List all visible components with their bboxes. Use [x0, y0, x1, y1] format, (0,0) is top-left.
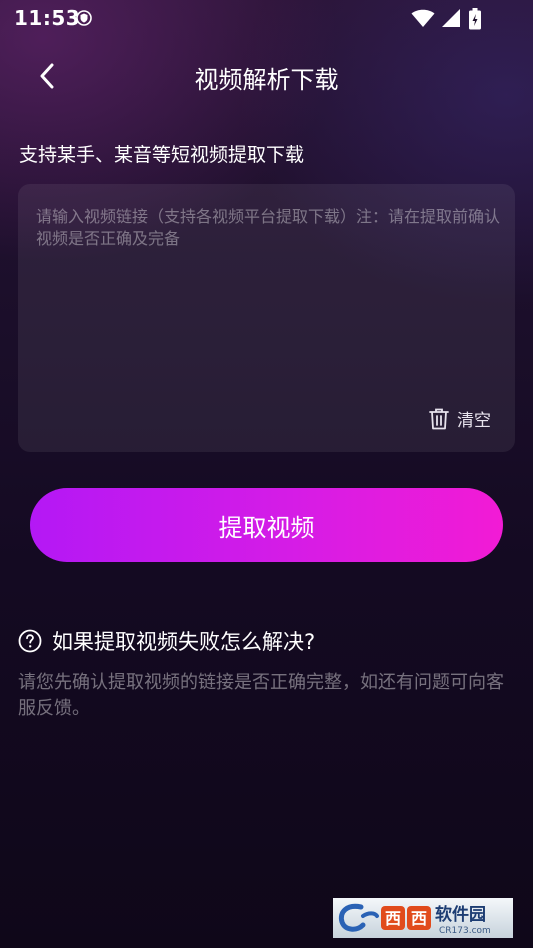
- site-watermark-logo: 西 西 软件园 CR173.com: [333, 898, 513, 938]
- shield-icon: [76, 10, 92, 26]
- status-time: 11:53: [14, 6, 81, 30]
- url-input[interactable]: [36, 206, 500, 386]
- svg-text:西: 西: [411, 909, 427, 928]
- status-bar: 11:53: [0, 0, 533, 36]
- page-title: 视频解析下载: [194, 66, 339, 94]
- input-card: 清空: [18, 184, 515, 452]
- extract-video-button[interactable]: 提取视频: [30, 488, 503, 562]
- watermark-text: 软件园: [435, 904, 486, 925]
- wifi-icon: [411, 9, 435, 27]
- battery-charging-icon: [469, 8, 481, 30]
- help-circle-icon: [18, 629, 42, 653]
- header: 视频解析下载: [0, 50, 533, 100]
- subtitle: 支持某手、某音等短视频提取下载: [19, 144, 305, 166]
- trash-icon: [429, 408, 449, 429]
- faq-body: 请您先确认提取视频的链接是否正确完整，如还有问题可向客服反馈。: [18, 672, 504, 719]
- status-icons: [411, 8, 495, 30]
- signal-icon: [442, 9, 460, 27]
- faq-title-row: 如果提取视频失败怎么解决?: [18, 626, 518, 656]
- clear-label: 清空: [457, 411, 491, 431]
- clear-button[interactable]: 清空: [429, 406, 491, 431]
- faq-title: 如果提取视频失败怎么解决?: [52, 630, 316, 654]
- watermark-subtext: CR173.com: [439, 926, 491, 936]
- svg-text:西: 西: [385, 909, 401, 928]
- faq-section: 如果提取视频失败怎么解决? 请您先确认提取视频的链接是否正确完整，如还有问题可向…: [18, 626, 518, 722]
